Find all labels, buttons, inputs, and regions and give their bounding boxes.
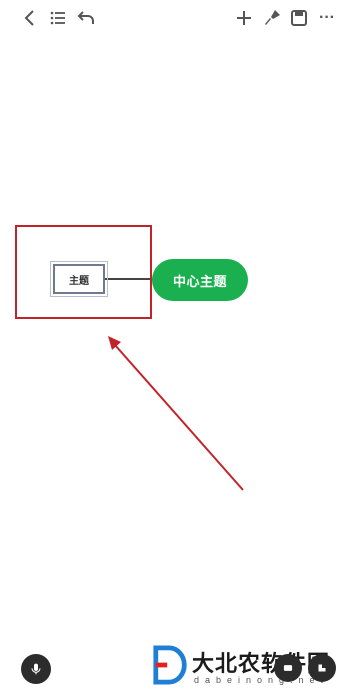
layout-icon[interactable] [274, 654, 302, 682]
watermark-subtext: dabeinong.net [194, 675, 330, 685]
style-icon[interactable] [308, 654, 336, 682]
watermark-logo-icon [153, 645, 187, 685]
mindmap-canvas[interactable]: 主题 中心主题 [0, 0, 350, 600]
topic-connector [105, 278, 153, 280]
sub-topic-node[interactable]: 主题 [50, 261, 108, 297]
microphone-icon[interactable] [21, 654, 51, 684]
central-topic-node[interactable]: 中心主题 [152, 259, 248, 301]
